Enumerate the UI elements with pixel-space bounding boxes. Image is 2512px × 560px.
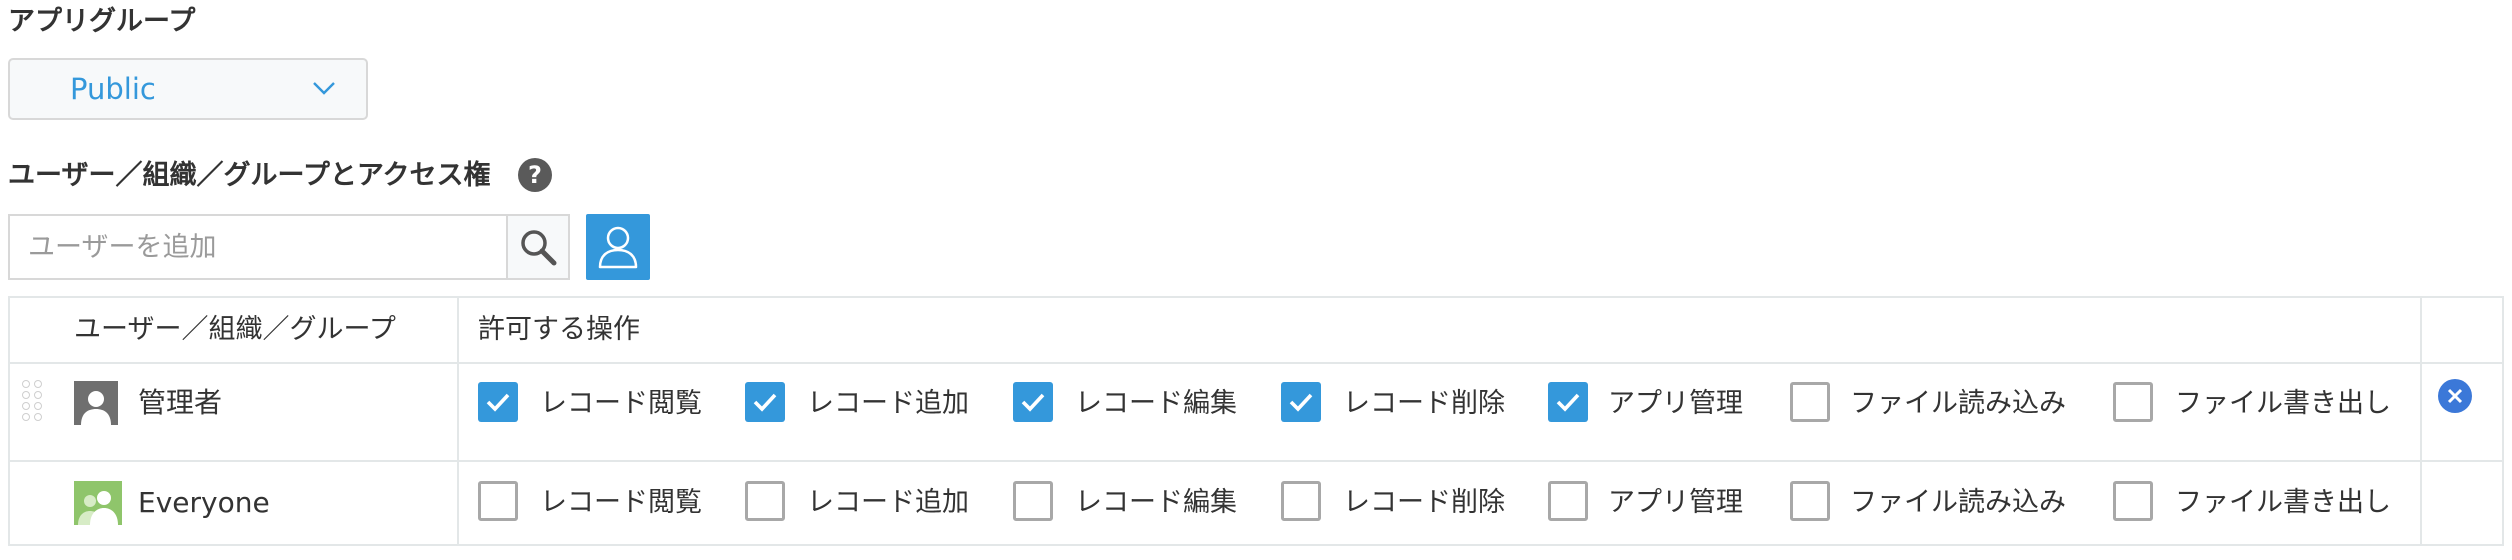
app-group-label: アプリグループ (8, 6, 196, 37)
permission-label: レコード追加 (807, 388, 969, 419)
permission-checkbox[interactable] (478, 382, 518, 422)
checkmark-icon (1556, 393, 1580, 412)
permission-label: ファイル読み込み (1850, 388, 2066, 419)
help-icon[interactable]: ? (518, 158, 552, 192)
close-icon (2447, 388, 2463, 404)
permission-checkbox[interactable] (1548, 382, 1588, 422)
permission-label: ファイル読み込み (1850, 487, 2066, 518)
entity-column-header: ユーザー／組織／グループ (74, 314, 396, 345)
permission-checkbox[interactable] (1013, 481, 1053, 521)
group-icon (74, 481, 122, 525)
permission-label: ファイル書き出し (2175, 388, 2391, 419)
help-icon-glyph: ? (528, 161, 542, 189)
permission-label: レコード追加 (807, 487, 969, 518)
permission-label: ファイル書き出し (2175, 487, 2391, 518)
permission-checkbox[interactable] (1013, 382, 1053, 422)
remove-row-button[interactable] (2438, 379, 2472, 413)
permission-label: レコード削除 (1343, 487, 1505, 518)
permission-checkbox[interactable] (2113, 481, 2153, 521)
permission-label: レコード編集 (1075, 487, 1237, 518)
permission-checkbox[interactable] (1790, 382, 1830, 422)
permission-checkbox[interactable] (1790, 481, 1830, 521)
user-picker-button[interactable] (586, 214, 650, 280)
access-section-label: ユーザー／組織／グループとアクセス権 (8, 160, 491, 191)
permission-label: レコード編集 (1075, 388, 1237, 419)
checkmark-icon (753, 393, 777, 412)
permission-label: アプリ管理 (1608, 388, 1743, 419)
checkmark-icon (1289, 393, 1313, 412)
table-header-divider (8, 362, 2504, 364)
entity-name: Everyone (138, 486, 270, 519)
app-group-selected-value: Public (70, 72, 156, 106)
user-icon (74, 381, 118, 425)
permission-label: アプリ管理 (1608, 487, 1743, 518)
drag-handle[interactable] (22, 380, 42, 421)
permission-checkbox[interactable] (2113, 382, 2153, 422)
table-column-divider (457, 296, 459, 546)
checkmark-icon (486, 393, 510, 412)
search-button[interactable] (506, 214, 570, 280)
app-group-dropdown[interactable]: Public (8, 58, 368, 120)
add-user-search-input[interactable] (8, 214, 508, 280)
table-row-divider (8, 460, 2504, 462)
chevron-down-icon (312, 80, 336, 100)
permission-label: レコード閲覧 (540, 388, 702, 419)
permission-checkbox[interactable] (1281, 481, 1321, 521)
permission-checkbox[interactable] (745, 481, 785, 521)
table-column-divider (2420, 296, 2422, 546)
user-outline-icon (598, 226, 638, 269)
search-icon (521, 230, 557, 266)
permission-checkbox[interactable] (745, 382, 785, 422)
permissions-column-header: 許可する操作 (478, 314, 640, 345)
permission-checkbox[interactable] (1548, 481, 1588, 521)
permission-label: レコード閲覧 (540, 487, 702, 518)
permission-checkbox[interactable] (1281, 382, 1321, 422)
permission-checkbox[interactable] (478, 481, 518, 521)
checkmark-icon (1021, 393, 1045, 412)
entity-name: 管理者 (138, 386, 223, 419)
permission-label: レコード削除 (1343, 388, 1505, 419)
